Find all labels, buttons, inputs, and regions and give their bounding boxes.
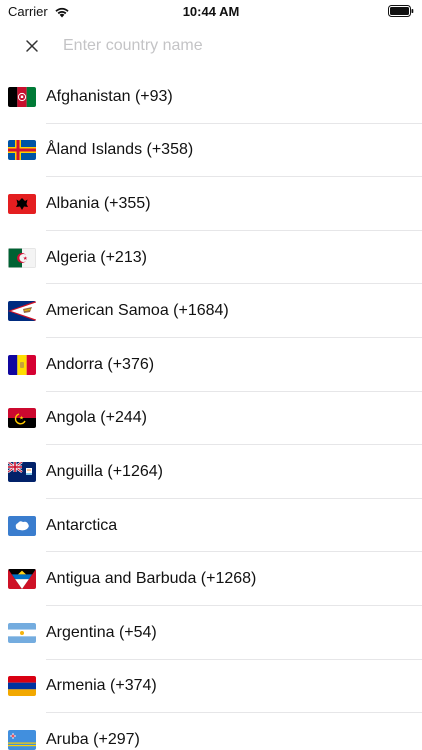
af-flag-icon — [8, 86, 36, 107]
country-row[interactable]: Antarctica — [0, 499, 422, 553]
status-bar: Carrier 10:44 AM — [0, 0, 422, 24]
country-row[interactable]: Albania (+355) — [0, 177, 422, 231]
country-label: Antarctica — [46, 516, 118, 534]
as-flag-icon — [8, 301, 36, 322]
ad-flag-icon — [8, 354, 36, 375]
country-label: Argentina (+54) — [46, 623, 157, 641]
country-label: Anguilla (+1264) — [46, 462, 163, 480]
country-label: Andorra (+376) — [46, 355, 155, 373]
country-search-input[interactable] — [63, 32, 403, 60]
ao-flag-icon — [8, 408, 36, 429]
country-label: Albania (+355) — [46, 194, 151, 212]
search-bar — [0, 24, 422, 68]
country-label: Armenia (+374) — [46, 677, 157, 695]
ax-flag-icon — [8, 140, 36, 161]
country-row[interactable]: American Samoa (+1684) — [0, 284, 422, 338]
am-flag-icon — [8, 676, 36, 697]
country-label: Afghanistan (+93) — [46, 87, 173, 105]
ai-flag-icon — [8, 461, 36, 482]
country-row[interactable]: Åland Islands (+358) — [0, 124, 422, 178]
aw-flag-icon — [8, 729, 36, 750]
dz-flag-icon — [8, 247, 36, 268]
country-label: American Samoa (+1684) — [46, 302, 229, 320]
country-row[interactable]: Armenia (+374) — [0, 660, 422, 714]
country-row[interactable]: Angola (+244) — [0, 392, 422, 446]
country-list: Afghanistan (+93) Åland Islands (+358) A… — [0, 70, 422, 750]
battery-icon — [388, 5, 414, 17]
country-row[interactable]: Anguilla (+1264) — [0, 445, 422, 499]
country-label: Antigua and Barbuda (+1268) — [46, 570, 257, 588]
country-row[interactable]: Algeria (+213) — [0, 231, 422, 285]
country-label: Angola (+244) — [46, 409, 147, 427]
country-label: Aruba (+297) — [46, 730, 140, 748]
close-icon[interactable] — [22, 36, 42, 56]
ar-flag-icon — [8, 622, 36, 643]
country-label: Algeria (+213) — [46, 248, 147, 266]
country-row[interactable]: Argentina (+54) — [0, 606, 422, 660]
al-flag-icon — [8, 193, 36, 214]
ag-flag-icon — [8, 569, 36, 590]
country-row[interactable]: Andorra (+376) — [0, 338, 422, 392]
country-row[interactable]: Afghanistan (+93) — [0, 70, 422, 124]
country-row[interactable]: Antigua and Barbuda (+1268) — [0, 552, 422, 606]
aq-flag-icon — [8, 515, 36, 536]
status-time: 10:44 AM — [182, 4, 240, 19]
country-row[interactable]: Aruba (+297) — [0, 713, 422, 750]
country-label: Åland Islands (+358) — [46, 141, 194, 159]
